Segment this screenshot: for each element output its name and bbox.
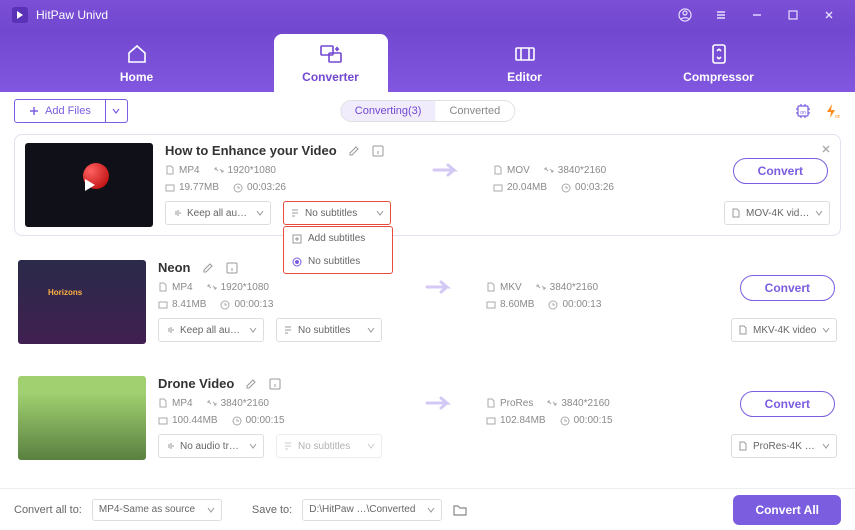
- queue-tabs: Converting(3) Converted: [340, 100, 515, 122]
- item-title: Neon: [158, 260, 191, 275]
- minimize-icon[interactable]: [743, 1, 771, 29]
- maximize-icon[interactable]: [779, 1, 807, 29]
- save-to-select[interactable]: D:\HitPaw …\Converted: [302, 499, 442, 521]
- subtitle-select[interactable]: No subtitles: [284, 202, 390, 224]
- close-icon[interactable]: [815, 1, 843, 29]
- save-to-label: Save to:: [252, 504, 292, 516]
- add-files-button[interactable]: Add Files: [14, 99, 106, 123]
- arrow-icon: [432, 162, 462, 178]
- tab-converted[interactable]: Converted: [435, 101, 514, 121]
- nav-home[interactable]: Home: [80, 34, 194, 92]
- plus-icon: [29, 106, 39, 116]
- app-logo: [12, 7, 28, 23]
- convert-all-format-select[interactable]: MP4-Same as source: [92, 499, 222, 521]
- audio-icon: [172, 208, 182, 218]
- svg-text:on: on: [800, 110, 806, 116]
- size-icon: [165, 183, 175, 193]
- home-icon: [126, 42, 148, 66]
- subtitle-option-add[interactable]: Add subtitles: [284, 227, 392, 250]
- video-thumbnail[interactable]: [18, 376, 146, 460]
- info-icon[interactable]: [268, 377, 282, 391]
- play-icon: [80, 176, 98, 194]
- converter-icon: [319, 42, 343, 66]
- chevron-down-icon: [207, 506, 215, 514]
- list-item: Drone Video MP4 3840*2160 ProRes 3840*21…: [14, 368, 841, 468]
- toolbar: Add Files Converting(3) Converted on on: [0, 92, 855, 130]
- preset-select[interactable]: MOV-4K video: [724, 201, 830, 225]
- arrow-icon: [425, 279, 455, 295]
- duration-icon: [233, 183, 243, 193]
- app-title: HitPaw Univd: [36, 8, 108, 22]
- svg-text:on: on: [835, 114, 840, 120]
- nav-editor[interactable]: Editor: [468, 34, 582, 92]
- account-icon[interactable]: [671, 1, 699, 29]
- add-subtitle-icon: [292, 234, 302, 244]
- item-title: Drone Video: [158, 376, 234, 391]
- chevron-down-icon: [256, 209, 264, 217]
- info-icon[interactable]: [225, 261, 239, 275]
- conversion-list: How to Enhance your Video MP4 1920*1080 …: [0, 130, 855, 488]
- chevron-down-icon: [815, 209, 823, 217]
- list-item: Horizons Neon MP4 1920*1080 MKV 3840*216…: [14, 252, 841, 352]
- info-icon[interactable]: [371, 144, 385, 158]
- file-icon: [165, 165, 175, 175]
- video-thumbnail[interactable]: [25, 143, 153, 227]
- main-nav: Home Converter Editor Compressor: [0, 30, 855, 92]
- add-files-button-group: Add Files: [14, 99, 128, 123]
- radio-selected-icon: [292, 257, 302, 267]
- audio-track-select[interactable]: Keep all audio tr…: [165, 201, 271, 225]
- titlebar: HitPaw Univd: [0, 0, 855, 30]
- convert-all-to-label: Convert all to:: [14, 504, 82, 516]
- editor-icon: [514, 42, 536, 66]
- convert-button[interactable]: Convert: [740, 391, 835, 417]
- open-folder-button[interactable]: [452, 502, 468, 518]
- tab-converting[interactable]: Converting(3): [341, 101, 436, 121]
- subtitle-dropdown: Add subtitles No subtitles: [283, 226, 393, 274]
- rename-icon[interactable]: [201, 261, 215, 275]
- nav-converter[interactable]: Converter: [274, 34, 388, 92]
- preset-select[interactable]: ProRes-4K video: [731, 434, 837, 458]
- subtitle-option-none[interactable]: No subtitles: [284, 250, 392, 273]
- compressor-icon: [708, 42, 730, 66]
- arrow-icon: [425, 395, 455, 411]
- footer-bar: Convert all to: MP4-Same as source Save …: [0, 488, 855, 530]
- subtitle-select: No subtitles: [276, 434, 382, 458]
- folder-icon: [452, 502, 468, 518]
- gpu-accel-icon[interactable]: on: [793, 101, 813, 121]
- audio-track-select[interactable]: No audio track: [158, 434, 264, 458]
- video-thumbnail[interactable]: Horizons: [18, 260, 146, 344]
- convert-all-button[interactable]: Convert All: [733, 495, 841, 525]
- menu-icon[interactable]: [707, 1, 735, 29]
- accel-bolt-icon[interactable]: on: [821, 101, 841, 121]
- rename-icon[interactable]: [347, 144, 361, 158]
- remove-item-button[interactable]: [820, 143, 832, 155]
- list-item: How to Enhance your Video MP4 1920*1080 …: [14, 134, 841, 236]
- subtitle-icon: [290, 208, 300, 218]
- item-title: How to Enhance your Video: [165, 143, 337, 158]
- convert-button[interactable]: Convert: [740, 275, 835, 301]
- subtitle-select[interactable]: No subtitles: [276, 318, 382, 342]
- convert-button[interactable]: Convert: [733, 158, 828, 184]
- chevron-down-icon: [427, 506, 435, 514]
- resolution-icon: [214, 165, 224, 175]
- add-files-dropdown[interactable]: [106, 99, 128, 123]
- rename-icon[interactable]: [244, 377, 258, 391]
- nav-compressor[interactable]: Compressor: [662, 34, 776, 92]
- audio-track-select[interactable]: Keep all audio tr…: [158, 318, 264, 342]
- subtitle-select-highlighted: No subtitles Add subtitles No subtitles: [283, 201, 391, 225]
- chevron-down-icon: [112, 107, 120, 115]
- preset-select[interactable]: MKV-4K video: [731, 318, 837, 342]
- chevron-down-icon: [376, 209, 384, 217]
- file-icon: [731, 208, 741, 218]
